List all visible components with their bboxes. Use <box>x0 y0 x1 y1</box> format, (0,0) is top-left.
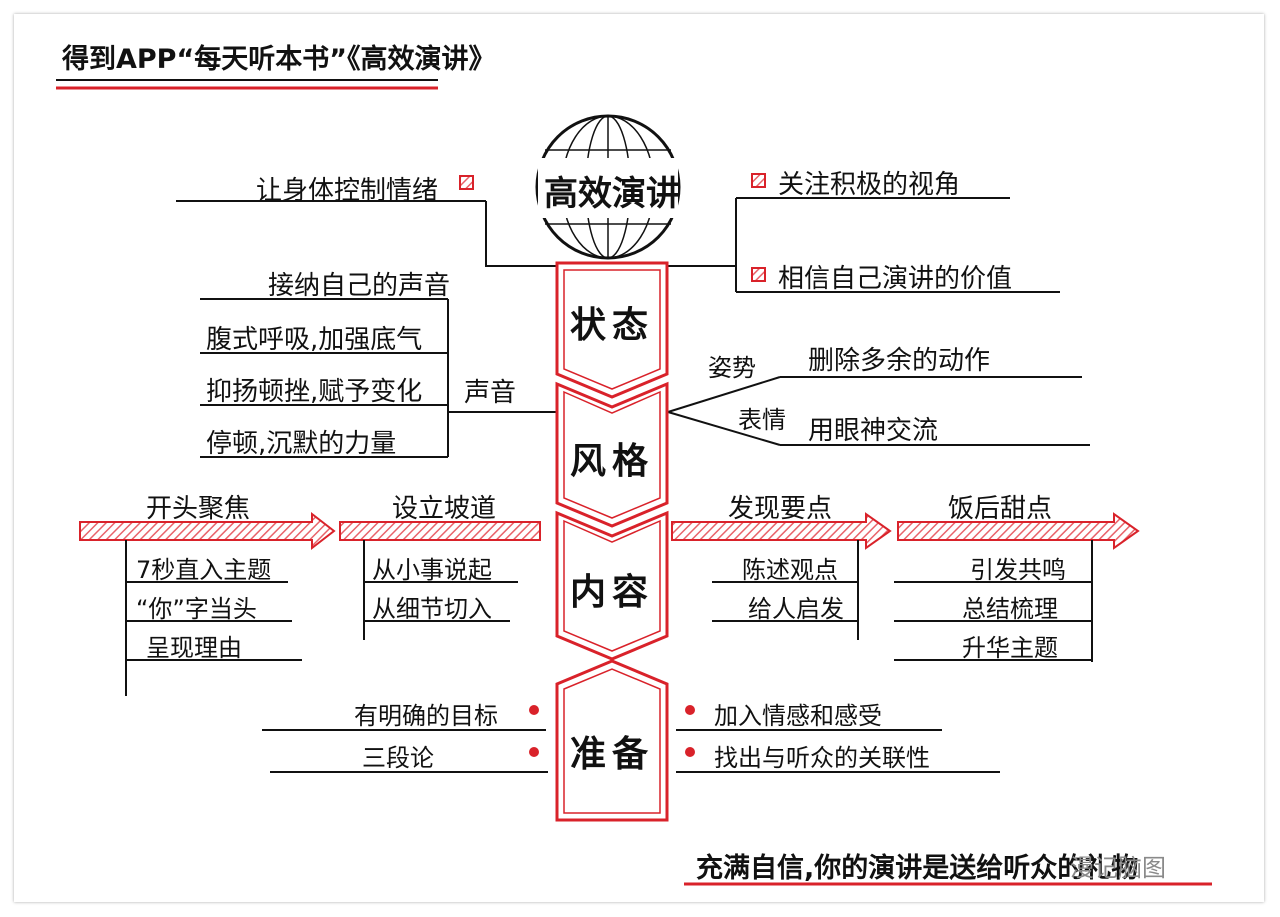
status-right-item: 关注积极的视角 <box>778 170 961 200</box>
content-item: 引发共鸣 <box>970 556 1066 584</box>
central-topic: 高效演讲 <box>544 174 680 214</box>
content-item: 总结梳理 <box>962 595 1058 623</box>
prep-item: 有明确的目标 <box>354 702 498 730</box>
expression-label: 表情 <box>738 406 786 434</box>
content-item: 从细节切入 <box>372 595 492 623</box>
content-item: 呈现理由 <box>146 634 242 662</box>
voice-item: 接纳自己的声音 <box>268 271 451 301</box>
status-left-item: 让身体控制情绪 <box>256 176 439 206</box>
posture-item: 删除多余的动作 <box>808 346 991 376</box>
page-title: 得到APP“每天听本书”《高效演讲》 <box>62 44 496 75</box>
spine-label-status: 状态 <box>570 305 655 346</box>
spine-label-prep: 准备 <box>570 734 655 775</box>
voice-label: 声音 <box>464 378 517 408</box>
prep-item: 加入情感和感受 <box>714 702 882 730</box>
content-item: 7秒直入主题 <box>136 556 272 584</box>
content-item: 升华主题 <box>962 634 1058 662</box>
content-head: 设立坡道 <box>392 494 497 524</box>
voice-item: 腹式呼吸,加强底气 <box>206 325 423 355</box>
spine-label-content: 内容 <box>570 572 655 613</box>
content-head: 开头聚焦 <box>146 494 251 524</box>
prep-item: 三段论 <box>362 744 434 772</box>
posture-label: 姿势 <box>708 354 756 382</box>
voice-item: 停顿,沉默的力量 <box>206 429 397 459</box>
content-head: 发现要点 <box>728 494 833 524</box>
content-item: 陈述观点 <box>742 556 838 584</box>
content-head: 饭后甜点 <box>948 494 1053 524</box>
expression-item: 用眼神交流 <box>808 416 939 446</box>
content-item: “你”字当头 <box>136 595 257 623</box>
prep-item: 找出与听众的关联性 <box>714 744 930 772</box>
content-item: 从小事说起 <box>372 556 492 584</box>
voice-item: 抑扬顿挫,赋予变化 <box>206 377 423 407</box>
spine-label-style: 风格 <box>570 441 655 482</box>
content-item: 给人启发 <box>748 595 844 623</box>
watermark: 漫记脑图 <box>1070 854 1166 882</box>
status-right-item: 相信自己演讲的价值 <box>778 264 1013 294</box>
